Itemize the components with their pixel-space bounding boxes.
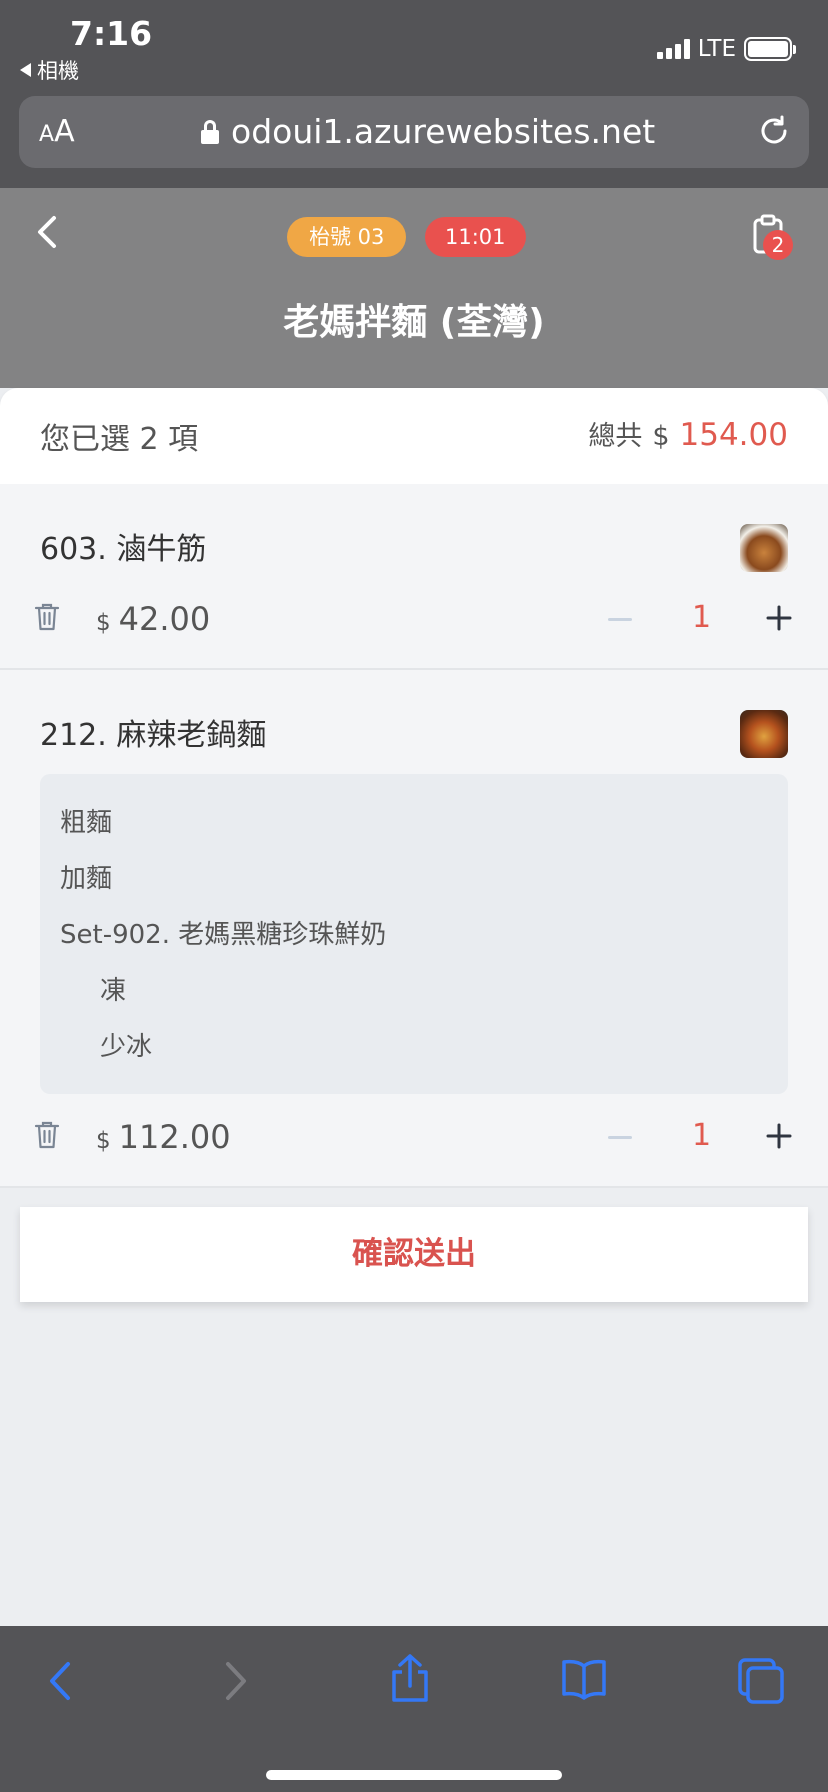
browser-bottom-toolbar: [0, 1626, 828, 1792]
order-item: 603. 滷牛筋 $42.00 1: [0, 484, 828, 670]
selected-count-text: 您已選 2 項: [40, 422, 199, 457]
tabs-icon[interactable]: [736, 1656, 786, 1710]
address-bar[interactable]: AA odoui1.azurewebsites.net: [19, 96, 809, 168]
reader-options-button[interactable]: AA: [39, 114, 75, 149]
item-name: 603. 滷牛筋: [40, 532, 207, 567]
browser-forward-icon[interactable]: [218, 1656, 252, 1710]
sub-option-text: 少冰: [100, 1032, 153, 1062]
item-quantity: 1: [692, 1118, 712, 1153]
app-header: 枱號 03 11:01 2 老媽拌麵 (荃灣): [0, 188, 828, 388]
status-time: 7:16: [70, 14, 153, 53]
battery-icon: [744, 37, 796, 61]
item-price: $112.00: [96, 1118, 231, 1156]
option-text: Set-902. 老媽黑糖珍珠鮮奶: [60, 920, 387, 950]
store-title: 老媽拌麵 (荃灣): [283, 302, 545, 343]
decrease-quantity-icon[interactable]: [608, 618, 632, 621]
cart-count-badge: 2: [763, 230, 793, 260]
table-number-badge: 枱號 03: [287, 217, 407, 257]
increase-quantity-icon[interactable]: [766, 605, 792, 635]
total-label: 總共: [588, 421, 643, 452]
total-value: 154.00: [679, 417, 788, 453]
item-quantity: 1: [692, 600, 712, 635]
share-icon[interactable]: [388, 1652, 432, 1708]
back-chevron-icon[interactable]: [30, 210, 64, 258]
order-summary: 您已選 2 項 總共 $ 154.00: [0, 388, 828, 484]
item-thumbnail[interactable]: [740, 524, 788, 572]
back-triangle-icon: [20, 63, 31, 77]
reload-icon[interactable]: [757, 114, 791, 152]
signal-icon: [656, 39, 690, 59]
total-block: 總共 $ 154.00: [588, 414, 788, 453]
item-thumbnail[interactable]: [740, 710, 788, 758]
confirm-submit-button[interactable]: 確認送出: [20, 1207, 808, 1302]
bookmarks-icon[interactable]: [560, 1656, 608, 1706]
url-text: odoui1.azurewebsites.net: [231, 112, 656, 151]
url-display[interactable]: odoui1.azurewebsites.net: [201, 112, 655, 151]
back-to-app-link[interactable]: 相機: [20, 55, 79, 85]
sub-option-text: 凍: [100, 976, 127, 1006]
browser-back-icon[interactable]: [44, 1656, 78, 1710]
option-text: 粗麵: [60, 808, 113, 838]
status-indicators: LTE: [656, 36, 796, 62]
item-price: $42.00: [96, 600, 211, 638]
order-item: 212. 麻辣老鍋麵 粗麵 加麵 Set-902. 老媽黑糖珍珠鮮奶 凍 少冰 …: [0, 670, 828, 1188]
item-options-panel: 粗麵 加麵 Set-902. 老媽黑糖珍珠鮮奶 凍 少冰: [40, 774, 788, 1094]
time-badge: 11:01: [425, 217, 526, 257]
network-label: LTE: [697, 36, 736, 62]
home-indicator: [266, 1770, 562, 1780]
option-text: 加麵: [60, 864, 113, 894]
trash-icon[interactable]: [34, 602, 60, 636]
lock-icon: [201, 119, 219, 144]
trash-icon[interactable]: [34, 1120, 60, 1154]
total-currency: $: [652, 421, 670, 452]
browser-top-chrome: 7:16 相機 LTE AA odoui1.azurewebsites.net: [0, 0, 828, 188]
back-app-label: 相機: [37, 59, 79, 83]
decrease-quantity-icon[interactable]: [608, 1136, 632, 1139]
item-name: 212. 麻辣老鍋麵: [40, 718, 267, 753]
increase-quantity-icon[interactable]: [766, 1123, 792, 1153]
